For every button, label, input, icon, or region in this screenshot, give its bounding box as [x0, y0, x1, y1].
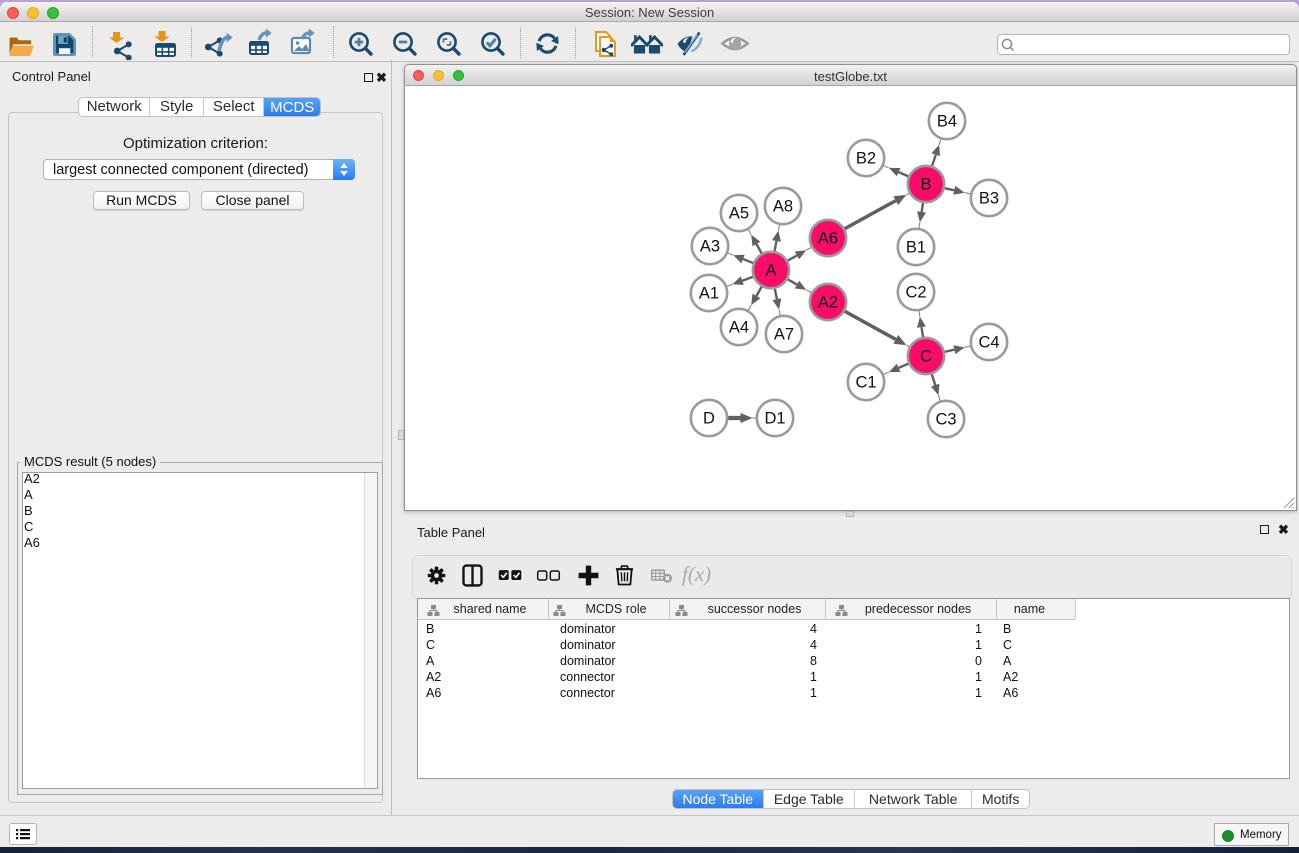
svg-text:D1: D1 — [764, 410, 785, 428]
svg-text:C4: C4 — [978, 334, 999, 352]
svg-text:D: D — [703, 410, 715, 428]
svg-text:B3: B3 — [979, 190, 999, 208]
svg-text:A: A — [765, 262, 776, 280]
svg-text:C: C — [920, 348, 932, 366]
svg-text:C3: C3 — [935, 411, 956, 429]
svg-text:C1: C1 — [855, 374, 876, 392]
svg-text:A5: A5 — [729, 205, 749, 223]
svg-text:B4: B4 — [937, 113, 957, 131]
svg-text:A6: A6 — [818, 230, 838, 248]
svg-text:A4: A4 — [729, 319, 749, 337]
svg-text:A2: A2 — [818, 294, 838, 312]
svg-text:A7: A7 — [774, 326, 794, 344]
svg-text:A1: A1 — [699, 285, 719, 303]
svg-text:C2: C2 — [905, 284, 926, 302]
svg-text:B: B — [920, 176, 931, 194]
svg-text:A3: A3 — [700, 238, 720, 256]
svg-text:B2: B2 — [856, 150, 876, 168]
svg-text:A8: A8 — [773, 198, 793, 216]
svg-text:B1: B1 — [906, 239, 926, 257]
